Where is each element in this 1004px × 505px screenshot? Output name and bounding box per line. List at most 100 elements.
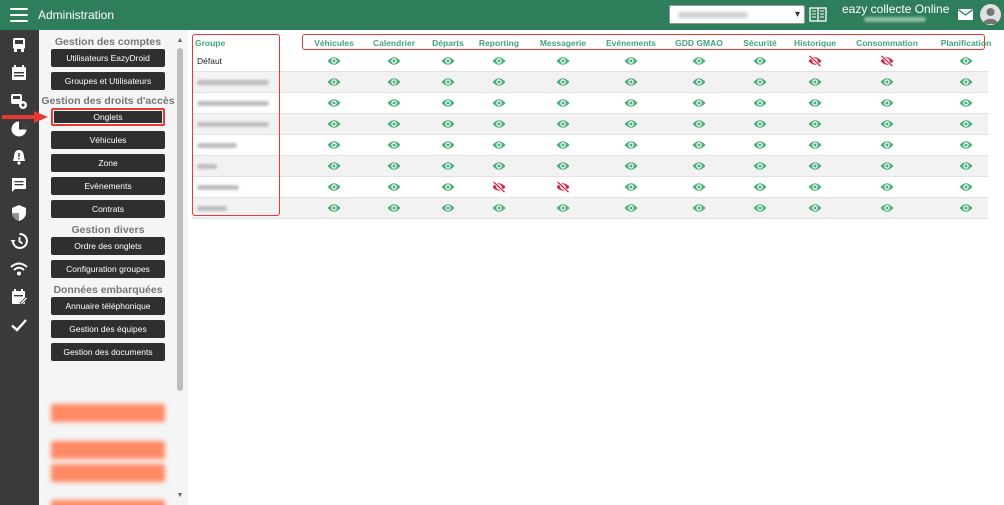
eye-icon[interactable] (880, 139, 894, 151)
shield-icon[interactable] (10, 204, 28, 222)
scroll-down-icon[interactable]: ▼ (176, 492, 184, 499)
eye-icon[interactable] (880, 97, 894, 109)
eye-icon[interactable] (624, 181, 638, 193)
eye-icon[interactable] (692, 160, 706, 172)
eye-icon[interactable] (327, 76, 341, 88)
vehicle-select[interactable]: ▾ (669, 5, 805, 24)
eye-icon[interactable] (441, 55, 455, 67)
eye-icon[interactable] (492, 139, 506, 151)
eye-icon[interactable] (959, 160, 973, 172)
contracts-button[interactable]: Contrats (51, 200, 165, 218)
bell-alert-icon[interactable] (10, 148, 28, 166)
eye-icon[interactable] (880, 181, 894, 193)
eye-icon[interactable] (387, 55, 401, 67)
eye-icon[interactable] (692, 118, 706, 130)
eye-icon[interactable] (556, 118, 570, 130)
eye-icon[interactable] (753, 202, 767, 214)
book-icon[interactable] (809, 6, 827, 23)
documents-button[interactable]: Gestion des documents (51, 343, 165, 361)
eye-icon[interactable] (692, 76, 706, 88)
eye-icon[interactable] (492, 55, 506, 67)
eye-icon[interactable] (492, 97, 506, 109)
eye-icon[interactable] (556, 202, 570, 214)
eye-icon[interactable] (753, 55, 767, 67)
mail-icon[interactable] (958, 9, 973, 20)
calendar-list-icon[interactable] (10, 64, 28, 82)
eye-icon[interactable] (387, 97, 401, 109)
eye-icon[interactable] (808, 202, 822, 214)
eye-icon[interactable] (441, 139, 455, 151)
eye-icon[interactable] (880, 118, 894, 130)
eye-icon[interactable] (387, 76, 401, 88)
tab-order-button[interactable]: Ordre des onglets (51, 237, 165, 255)
eye-icon[interactable] (959, 202, 973, 214)
eye-icon[interactable] (556, 139, 570, 151)
eye-icon[interactable] (880, 160, 894, 172)
eye-icon[interactable] (327, 160, 341, 172)
eye-icon[interactable] (441, 118, 455, 130)
eye-icon[interactable] (387, 181, 401, 193)
eye-icon[interactable] (959, 181, 973, 193)
eye-icon[interactable] (692, 202, 706, 214)
eye-icon[interactable] (492, 118, 506, 130)
eye-icon[interactable] (327, 118, 341, 130)
eye-icon[interactable] (441, 76, 455, 88)
eye-icon[interactable] (959, 139, 973, 151)
group-config-button[interactable]: Configuration groupes (51, 260, 165, 278)
eye-icon[interactable] (441, 97, 455, 109)
tabs-button[interactable]: Onglets (51, 108, 165, 126)
menu-icon[interactable] (10, 8, 28, 22)
eye-icon[interactable] (556, 76, 570, 88)
eye-icon[interactable] (624, 76, 638, 88)
eye-icon[interactable] (624, 55, 638, 67)
scroll-thumb[interactable] (177, 48, 183, 391)
eye-icon[interactable] (808, 97, 822, 109)
eye-icon[interactable] (753, 139, 767, 151)
eye-icon[interactable] (327, 55, 341, 67)
eye-icon[interactable] (624, 118, 638, 130)
eye-icon[interactable] (492, 160, 506, 172)
eye-off-icon[interactable] (808, 55, 822, 67)
eye-icon[interactable] (808, 76, 822, 88)
eye-icon[interactable] (959, 55, 973, 67)
eye-icon[interactable] (692, 181, 706, 193)
eye-icon[interactable] (387, 118, 401, 130)
eye-off-icon[interactable] (492, 181, 506, 193)
eye-icon[interactable] (753, 97, 767, 109)
eazydroid-users-button[interactable]: Utilisateurs EazyDroid (51, 49, 165, 67)
bus-settings-icon[interactable] (10, 92, 28, 110)
eye-icon[interactable] (959, 118, 973, 130)
eye-icon[interactable] (808, 160, 822, 172)
history-icon[interactable] (10, 232, 28, 250)
eye-icon[interactable] (327, 139, 341, 151)
eye-icon[interactable] (387, 160, 401, 172)
user-avatar-icon[interactable] (980, 4, 1001, 25)
eye-icon[interactable] (753, 181, 767, 193)
eye-icon[interactable] (624, 160, 638, 172)
eye-icon[interactable] (959, 76, 973, 88)
eye-icon[interactable] (692, 97, 706, 109)
eye-off-icon[interactable] (880, 55, 894, 67)
eye-icon[interactable] (753, 118, 767, 130)
vehicles-button[interactable]: Véhicules (51, 131, 165, 149)
eye-icon[interactable] (624, 97, 638, 109)
events-button[interactable]: Evènements (51, 177, 165, 195)
eye-icon[interactable] (492, 202, 506, 214)
zone-button[interactable]: Zone (51, 154, 165, 172)
eye-icon[interactable] (387, 139, 401, 151)
menu-scrollbar[interactable]: ▲ ▼ (176, 37, 184, 499)
eye-icon[interactable] (327, 181, 341, 193)
eye-icon[interactable] (808, 181, 822, 193)
eye-icon[interactable] (441, 202, 455, 214)
eye-icon[interactable] (327, 202, 341, 214)
eye-icon[interactable] (692, 139, 706, 151)
eye-icon[interactable] (753, 76, 767, 88)
eye-icon[interactable] (624, 202, 638, 214)
eye-icon[interactable] (556, 160, 570, 172)
eye-icon[interactable] (441, 181, 455, 193)
teams-button[interactable]: Gestion des équipes (51, 320, 165, 338)
eye-icon[interactable] (959, 97, 973, 109)
eye-off-icon[interactable] (556, 181, 570, 193)
eye-icon[interactable] (880, 76, 894, 88)
eye-icon[interactable] (492, 76, 506, 88)
